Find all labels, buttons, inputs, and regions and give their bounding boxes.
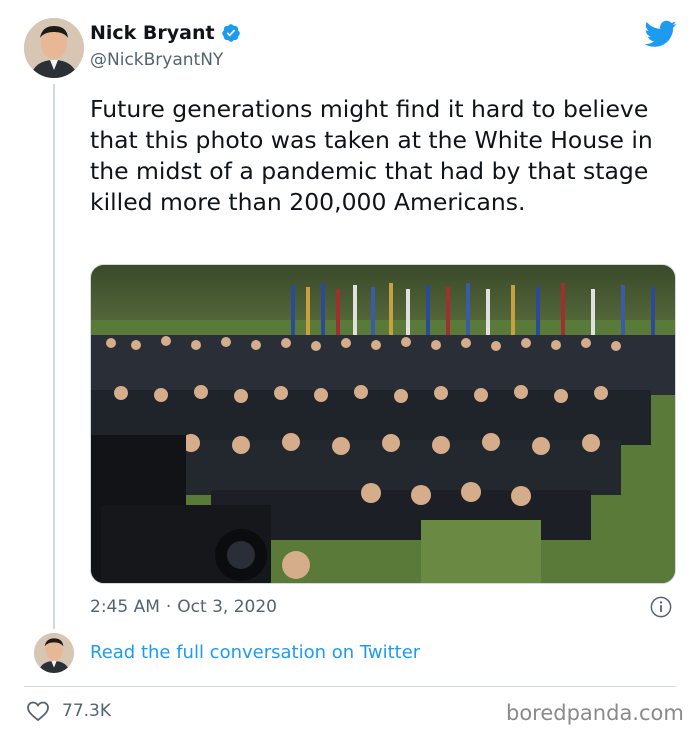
tweet-embed-card: Nick Bryant @NickBryantNY Future generat… — [0, 0, 700, 737]
rose-garden-crowd-photo — [91, 265, 675, 583]
author-display-name[interactable]: Nick Bryant — [90, 22, 215, 44]
avatar-portrait-small — [34, 633, 74, 673]
tweet-timestamp[interactable]: 2:45 AM · Oct 3, 2020 — [90, 597, 277, 617]
info-icon[interactable] — [650, 596, 672, 618]
timestamp-separator: · — [165, 597, 172, 617]
thread-line — [53, 84, 55, 629]
tweet-date: Oct 3, 2020 — [177, 597, 277, 617]
tweet-photo[interactable] — [90, 264, 676, 584]
avatar-portrait — [24, 18, 84, 78]
verified-badge-icon — [221, 24, 240, 42]
like-row: 77.3K — [26, 700, 111, 722]
heart-icon[interactable] — [26, 700, 50, 722]
tweet-text: Future generations might find it hard to… — [90, 95, 653, 216]
footer-divider — [24, 686, 676, 687]
read-conversation-link[interactable]: Read the full conversation on Twitter — [90, 642, 420, 663]
source-watermark: boredpanda.com — [506, 701, 684, 725]
author-avatar[interactable] — [24, 18, 84, 78]
author-name-row: Nick Bryant — [90, 22, 241, 44]
author-handle[interactable]: @NickBryantNY — [90, 50, 223, 70]
twitter-bird-icon[interactable] — [645, 20, 677, 48]
reply-avatar[interactable] — [34, 633, 74, 673]
like-count: 77.3K — [62, 701, 111, 721]
tweet-time: 2:45 AM — [90, 597, 160, 617]
